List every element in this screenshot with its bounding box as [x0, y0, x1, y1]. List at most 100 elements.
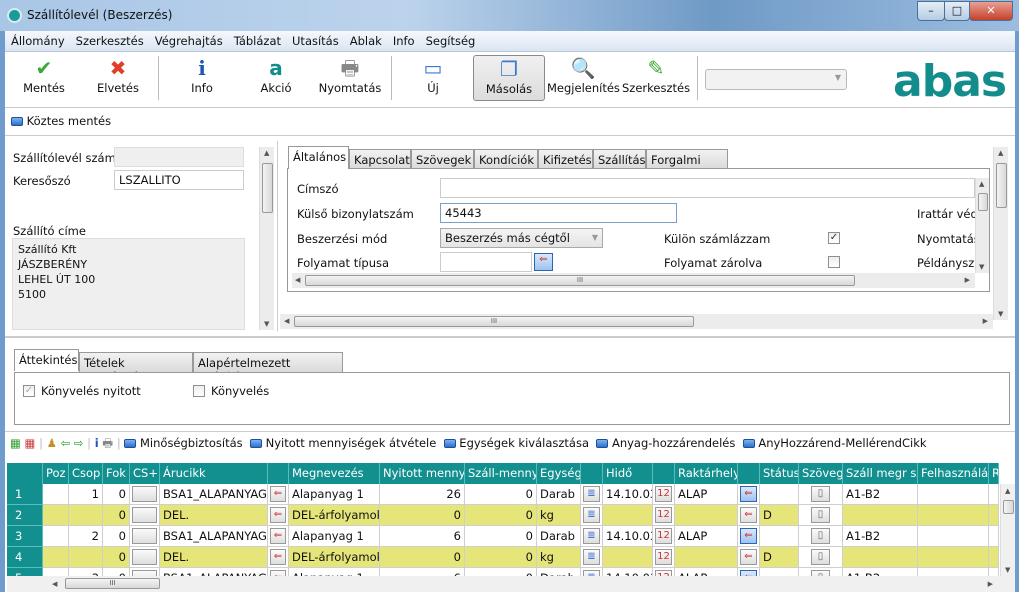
cell-status[interactable] [760, 484, 799, 505]
column-header-unit[interactable]: Egység [537, 463, 581, 484]
calendar-icon[interactable]: 12 [655, 486, 672, 502]
panel-splitter[interactable] [277, 141, 278, 331]
cimszo-field[interactable] [440, 178, 975, 198]
cell-location-lookup[interactable]: ⇐ [738, 547, 760, 568]
cell-csop[interactable] [69, 547, 103, 568]
tab-tetelek-hozzaadasa[interactable]: Tételek hozzáadása [79, 352, 193, 384]
text-document-icon[interactable]: ▯ [811, 549, 830, 565]
cell-csop[interactable]: 1 [69, 484, 103, 505]
unit-list-icon[interactable]: ≣ [583, 528, 600, 544]
cell-open-qty[interactable]: 26 [380, 484, 465, 505]
grid-horizontal-scrollbar[interactable]: ◀ III ▶ [7, 576, 1015, 592]
cell-location[interactable]: ALAP [675, 568, 738, 576]
move-up-icon[interactable]: ⇦ [61, 436, 71, 450]
text-document-icon[interactable]: ▯ [811, 486, 830, 502]
calendar-icon[interactable]: 12 [655, 528, 672, 544]
item-lookup-icon[interactable]: ⇐ [270, 528, 286, 544]
left-vertical-scrollbar[interactable]: ▲ ▼ [259, 147, 274, 330]
cell-date[interactable] [603, 547, 653, 568]
cs-plus-button[interactable] [132, 528, 157, 544]
cell-delivery-ref[interactable]: A1-B2 [843, 484, 918, 505]
cell-status[interactable] [760, 568, 799, 576]
column-header-item[interactable]: Árucikk [160, 463, 268, 484]
menu-segitseg[interactable]: Segítség [420, 31, 481, 48]
process-type-field[interactable] [440, 252, 532, 272]
menu-vegrehajtas[interactable]: Végrehajtás [149, 31, 228, 48]
cell-fok[interactable]: 0 [103, 526, 130, 547]
menu-ablak[interactable]: Ablak [344, 31, 387, 48]
cell-r[interactable] [989, 505, 999, 526]
cell-unit-lookup[interactable]: ≣ [581, 568, 603, 576]
cell-date[interactable] [603, 505, 653, 526]
column-header-fok[interactable]: Fok [103, 463, 130, 484]
column-header-open-qty[interactable]: Nyitott menny [380, 463, 465, 484]
cell-item[interactable]: BSA1_ALAPANYAG [160, 568, 268, 576]
cell-r[interactable] [989, 484, 999, 505]
column-header-date[interactable]: Hidő [603, 463, 653, 484]
column-header-cs-plus[interactable]: CS+ [130, 463, 160, 484]
row-header[interactable]: 5 [7, 568, 43, 576]
process-locked-checkbox[interactable] [828, 256, 840, 268]
cell-csop[interactable]: 3 [69, 568, 103, 576]
text-document-icon[interactable]: ▯ [811, 507, 830, 523]
cell-delivery-ref[interactable] [843, 547, 918, 568]
interim-save-button[interactable]: Köztes mentés [11, 114, 111, 128]
cs-plus-button[interactable] [132, 549, 157, 565]
cell-delivery-ref[interactable] [843, 505, 918, 526]
cell-item[interactable]: DEL. [160, 547, 268, 568]
minimize-button[interactable]: – [917, 1, 945, 21]
print-button[interactable]: 🖶 Nyomtatás [315, 55, 385, 101]
cs-plus-button[interactable] [132, 507, 157, 523]
maximize-button[interactable]: □ [944, 1, 970, 21]
info-button[interactable]: i Info [172, 55, 232, 101]
search-word-field[interactable]: LSZALLITO [114, 170, 244, 190]
insert-row-icon[interactable]: ▦ [10, 436, 21, 450]
column-header-poz[interactable]: Poz [43, 463, 69, 484]
cell-item[interactable]: BSA1_ALAPANYAG [160, 484, 268, 505]
cell-usage[interactable] [918, 505, 989, 526]
material-assign-secondary-button[interactable]: AnyHozzárend-MellérendCikk [742, 436, 927, 450]
cell-unit[interactable]: Darab [537, 568, 581, 576]
cell-item[interactable]: DEL. [160, 505, 268, 526]
cell-location-lookup[interactable]: ⇐ [738, 568, 760, 576]
cell-unit-lookup[interactable]: ≣ [581, 505, 603, 526]
column-header-csop[interactable]: Csop [69, 463, 103, 484]
cell-date-picker[interactable]: 12 [653, 484, 675, 505]
info-icon[interactable]: i [95, 436, 99, 450]
cell-delivery-ref[interactable]: A1-B2 [843, 568, 918, 576]
cell-delivered-qty[interactable]: 0 [465, 547, 537, 568]
cell-usage[interactable] [918, 526, 989, 547]
cell-unit[interactable]: Darab [537, 526, 581, 547]
location-lookup-icon[interactable]: ⇐ [740, 507, 757, 523]
cell-date[interactable]: 14.10.03 [603, 568, 653, 576]
menu-tablazat[interactable]: Táblázat [228, 31, 286, 48]
external-doc-field[interactable]: 45443 [440, 203, 677, 223]
cell-location-lookup[interactable]: ⇐ [738, 484, 760, 505]
cell-csop[interactable]: 2 [69, 526, 103, 547]
cell-cs-plus[interactable] [130, 547, 160, 568]
column-header-status[interactable]: Státus [760, 463, 799, 484]
cell-r[interactable] [989, 526, 999, 547]
row-header[interactable]: 3 [7, 526, 43, 547]
cell-delivered-qty[interactable]: 0 [465, 568, 537, 576]
tab-szallitas[interactable]: Szállítás [593, 149, 646, 169]
cell-text[interactable]: ▯ [799, 547, 843, 568]
item-lookup-icon[interactable]: ⇐ [270, 486, 286, 502]
cell-text[interactable]: ▯ [799, 568, 843, 576]
column-header-row-number[interactable] [7, 463, 43, 484]
cell-unit[interactable]: kg [537, 505, 581, 526]
column-header-name[interactable]: Megnevezés [289, 463, 380, 484]
cell-fok[interactable]: 0 [103, 484, 130, 505]
cell-r[interactable] [989, 547, 999, 568]
take-open-quantities-button[interactable]: Nyitott mennyiségek átvétele [249, 436, 436, 450]
select-units-button[interactable]: Egységek kiválasztása [443, 436, 589, 450]
cell-item-lookup[interactable]: ⇐ [268, 505, 289, 526]
cell-fok[interactable]: 0 [103, 568, 130, 576]
row-header[interactable]: 1 [7, 484, 43, 505]
cell-r[interactable] [989, 568, 999, 576]
column-header-location-lookup[interactable] [738, 463, 760, 484]
new-button[interactable]: ▭ Új [408, 55, 458, 101]
printer-icon[interactable]: 🖶 [102, 436, 113, 450]
cell-name[interactable]: DEL-árfolyamok [289, 547, 380, 568]
column-header-r[interactable]: R [989, 463, 999, 484]
